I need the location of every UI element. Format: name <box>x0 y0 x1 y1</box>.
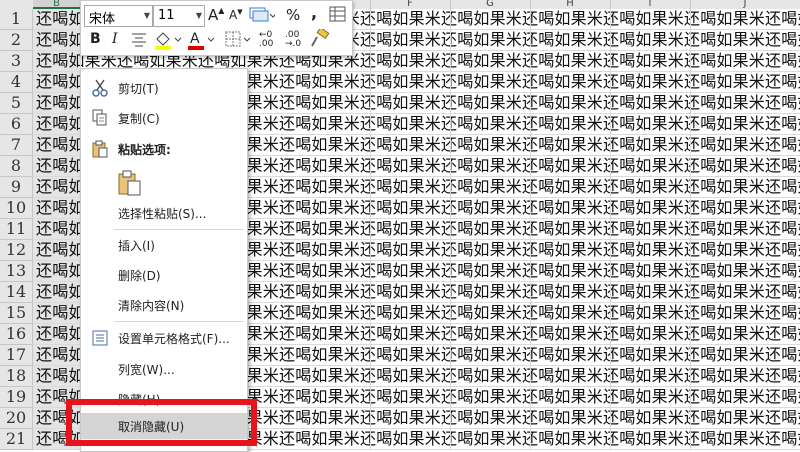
menu-heading-paste-options: 粘贴选项: <box>81 136 247 162</box>
row-header[interactable]: 13 <box>0 261 33 282</box>
row-header[interactable]: 3 <box>0 51 33 72</box>
grid-column-line <box>690 9 691 450</box>
align-center-icon <box>132 33 146 47</box>
fill-bucket-icon <box>155 32 182 50</box>
row-header[interactable]: 10 <box>0 198 33 219</box>
menu-item-delete[interactable]: 删除(D) <box>81 262 247 288</box>
menu-item-unhide[interactable]: 取消隐藏(U) <box>81 413 247 439</box>
row-header[interactable]: 16 <box>0 324 33 345</box>
row-header[interactable]: 11 <box>0 219 33 240</box>
row-header[interactable]: 20 <box>0 408 33 429</box>
menu-item-clear-contents[interactable]: 清除内容(N) <box>81 292 247 318</box>
paste-clipboard-icon <box>118 170 141 196</box>
column-header-i[interactable]: I <box>610 0 691 9</box>
increase-decimal-button[interactable]: ←0.00 <box>259 31 273 49</box>
menu-item-label: 选择性粘贴(S)... <box>118 207 207 221</box>
font-size-combobox[interactable]: 11 ▼ <box>153 5 205 27</box>
font-color-button[interactable]: A <box>186 29 216 55</box>
grid-column-line <box>610 9 611 450</box>
column-header-f[interactable]: F <box>370 0 451 9</box>
grid-column-line <box>530 9 531 450</box>
format-table-button[interactable] <box>329 6 347 27</box>
row-header[interactable]: 6 <box>0 114 33 135</box>
menu-separator <box>114 229 244 230</box>
menu-item-label: 清除内容(N) <box>118 299 185 313</box>
menu-item-format-cells[interactable]: 设置单元格格式(F)... <box>81 325 247 351</box>
font-name-combobox[interactable]: 宋体 ▼ <box>84 5 153 27</box>
row-header[interactable]: 4 <box>0 72 33 93</box>
fill-color-button[interactable] <box>153 29 183 55</box>
menu-item-label: 隐藏(H) <box>118 393 161 407</box>
row-header[interactable]: 14 <box>0 282 33 303</box>
menu-item-label: 复制(C) <box>118 112 160 126</box>
menu-item-label: 取消隐藏(U) <box>118 420 185 434</box>
align-center-button[interactable] <box>130 31 148 51</box>
column-header-j[interactable]: J <box>690 0 800 9</box>
row-header[interactable]: 1 <box>0 9 33 30</box>
row-header[interactable]: 18 <box>0 366 33 387</box>
row-header[interactable]: 2 <box>0 30 33 51</box>
menu-item-cut[interactable]: 剪切(T) <box>81 75 247 101</box>
chevron-down-icon: ▼ <box>195 11 202 20</box>
borders-icon <box>225 31 251 47</box>
decrease-decimal-button[interactable]: .00 →.0 <box>285 31 301 49</box>
row-header[interactable]: 15 <box>0 303 33 324</box>
percent-style-button[interactable]: % <box>286 6 300 24</box>
bold-button[interactable]: B <box>90 31 101 47</box>
menu-item-label: 删除(D) <box>118 269 161 283</box>
grid-column-line <box>450 9 451 450</box>
borders-button[interactable] <box>225 31 253 53</box>
menu-item-insert[interactable]: 插入(I) <box>81 232 247 258</box>
menu-item-paste-special[interactable]: 选择性粘贴(S)... <box>81 200 247 226</box>
italic-button[interactable]: I <box>112 31 118 47</box>
row-header[interactable]: 19 <box>0 387 33 408</box>
row-header[interactable]: 7 <box>0 135 33 156</box>
grid-column-line <box>370 9 371 450</box>
font-size-value: 11 <box>158 8 175 23</box>
mini-toolbar: 宋体 ▼ 11 ▼ A▲ A▼ % , B I A ←0 .00 .00 →.0 <box>80 0 353 56</box>
table-grid-icon <box>329 6 346 22</box>
font-color-icon: A <box>188 31 215 50</box>
accounting-format-icon <box>249 7 277 22</box>
menu-item-column-width[interactable]: 列宽(W)... <box>81 356 247 382</box>
menu-item-label: 设置单元格格式(F)... <box>118 332 230 346</box>
menu-item-label: 插入(I) <box>118 239 155 253</box>
row-header[interactable]: 8 <box>0 156 33 177</box>
accounting-format-button[interactable] <box>249 6 277 28</box>
paste-option-button[interactable] <box>81 165 247 201</box>
menu-item-label: 列宽(W)... <box>118 363 175 377</box>
font-name-value: 宋体 <box>89 12 116 27</box>
copy-icon <box>92 109 107 126</box>
row-header[interactable]: 17 <box>0 345 33 366</box>
scissors-icon <box>92 79 108 97</box>
menu-item-hide[interactable]: 隐藏(H) <box>81 386 247 412</box>
menu-item-copy[interactable]: 复制(C) <box>81 105 247 131</box>
grow-font-button[interactable]: A▲ <box>208 6 224 24</box>
format-cells-icon <box>92 330 108 346</box>
select-all-corner[interactable] <box>0 0 34 9</box>
shrink-font-button[interactable]: A▼ <box>229 8 243 22</box>
clipboard-icon <box>92 140 108 158</box>
menu-item-label: 剪切(T) <box>118 82 159 96</box>
comma-style-button[interactable]: , <box>311 3 317 22</box>
column-header-h[interactable]: H <box>530 0 611 9</box>
row-header[interactable]: 9 <box>0 177 33 198</box>
column-header-g[interactable]: G <box>450 0 531 9</box>
row-header[interactable]: 12 <box>0 240 33 261</box>
svg-text:A: A <box>190 31 200 47</box>
menu-heading-label: 粘贴选项: <box>118 143 171 157</box>
format-painter-button[interactable] <box>309 26 331 53</box>
chevron-down-icon: ▼ <box>143 11 150 20</box>
context-menu: 剪切(T) 复制(C) 粘贴选项: 选择性粘贴(S)... 插入(I) 删除(D… <box>80 68 248 452</box>
format-painter-icon <box>311 26 330 47</box>
row-header[interactable]: 21 <box>0 429 33 450</box>
column-header-b[interactable]: B <box>33 0 81 9</box>
row-header[interactable]: 5 <box>0 93 33 114</box>
menu-separator <box>114 321 244 322</box>
